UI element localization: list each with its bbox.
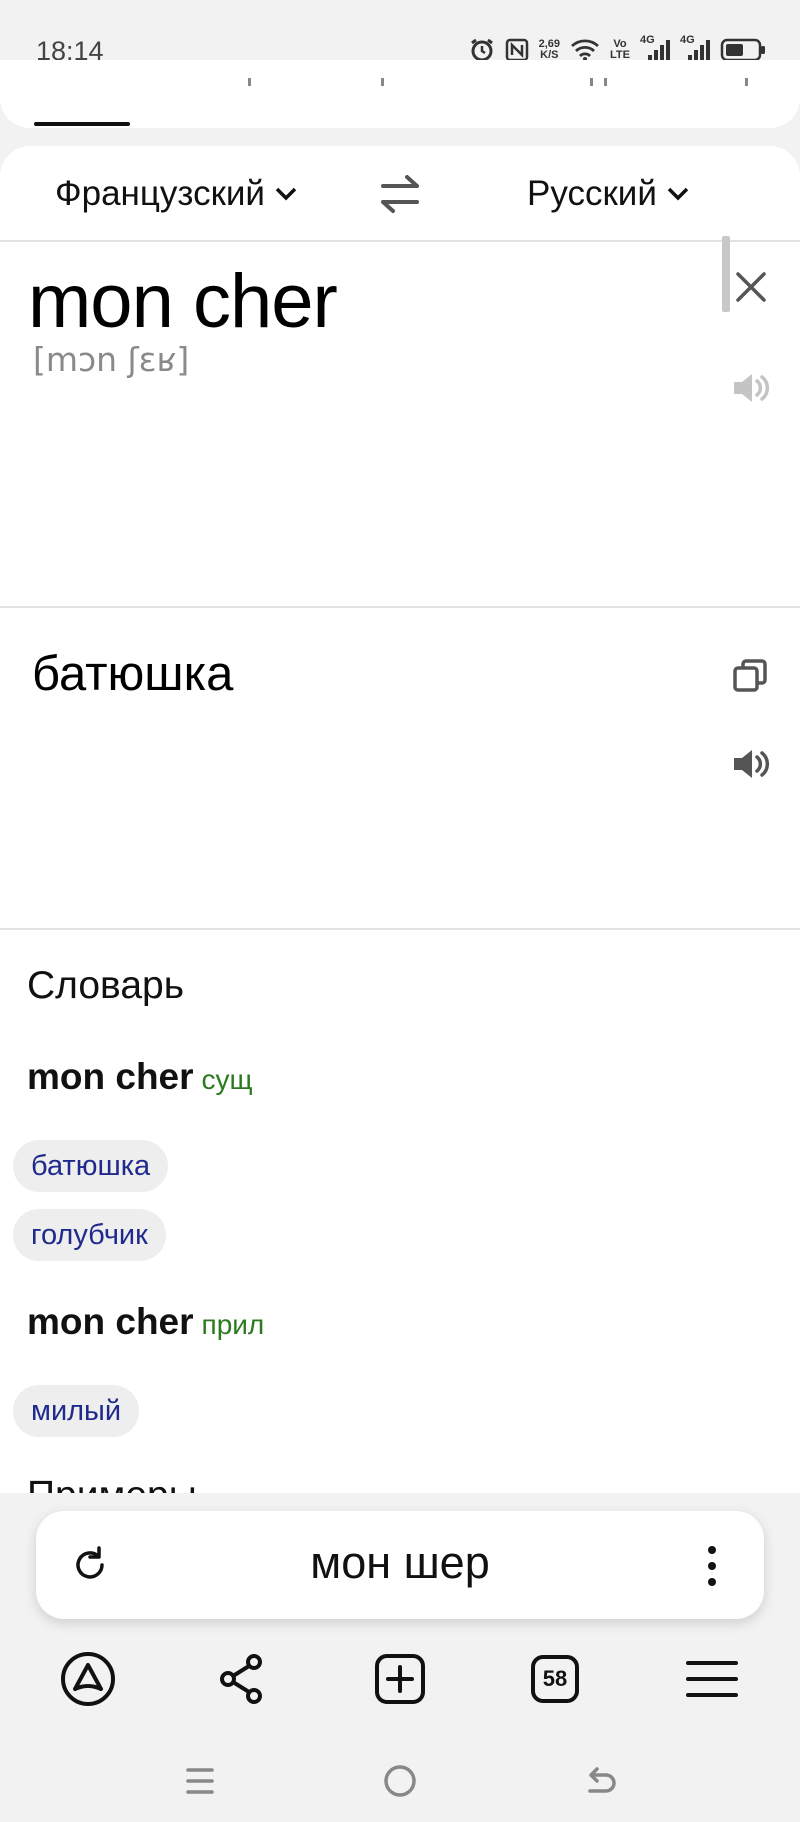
recents-icon xyxy=(186,1768,214,1794)
tab-divider xyxy=(248,78,251,86)
translation-area: батюшка xyxy=(0,608,800,930)
copy-button[interactable] xyxy=(730,656,770,696)
refresh-button[interactable] xyxy=(68,1543,112,1587)
swap-icon xyxy=(381,175,419,213)
speaker-icon xyxy=(734,750,770,778)
share-icon xyxy=(220,1654,262,1704)
more-menu-button[interactable] xyxy=(700,1541,724,1591)
sim1-label: 4G xyxy=(640,34,655,46)
browser-toolbar: 58 xyxy=(0,1649,800,1729)
speaker-icon xyxy=(734,374,770,402)
battery-icon xyxy=(720,38,766,62)
refresh-icon xyxy=(76,1546,104,1579)
nav-back-button[interactable] xyxy=(580,1761,620,1801)
address-bar[interactable]: мон шер xyxy=(36,1511,764,1619)
entry-word: mon cher xyxy=(27,1301,194,1342)
dictionary-entry-head: mon cher прил xyxy=(27,1301,264,1343)
system-navigation-bar xyxy=(0,1751,800,1811)
language-bar: Французский Русский xyxy=(0,146,800,242)
tab-divider xyxy=(381,78,384,86)
part-of-speech: прил xyxy=(201,1309,265,1340)
translation-chip[interactable]: милый xyxy=(13,1385,140,1437)
nav-home-button[interactable] xyxy=(380,1761,420,1801)
tabs-count: 58 xyxy=(531,1655,579,1703)
tabs-button[interactable]: 58 xyxy=(525,1649,585,1709)
alice-icon xyxy=(61,1652,115,1706)
share-button[interactable] xyxy=(212,1649,272,1709)
dictionary-title: Словарь xyxy=(27,964,185,1007)
source-language-select[interactable]: Французский xyxy=(55,170,297,218)
source-language-label: Французский xyxy=(55,174,265,213)
more-vertical-icon xyxy=(708,1546,716,1586)
hamburger-menu-icon xyxy=(686,1661,738,1697)
address-text[interactable]: мон шер xyxy=(136,1537,664,1589)
nfc-icon xyxy=(505,38,529,62)
tab-divider xyxy=(590,78,593,86)
tab-divider xyxy=(745,78,748,86)
wifi-icon xyxy=(570,38,600,62)
close-icon xyxy=(736,272,766,302)
swap-languages-button[interactable] xyxy=(375,172,425,216)
target-language-select[interactable]: Русский xyxy=(527,170,689,218)
menu-button[interactable] xyxy=(682,1649,742,1709)
top-tabs-card xyxy=(0,60,800,128)
tab-divider xyxy=(604,78,607,86)
plus-square-icon xyxy=(375,1654,425,1704)
active-tab-underline xyxy=(34,122,130,126)
source-speaker-button[interactable] xyxy=(730,368,772,408)
copy-icon xyxy=(733,659,767,692)
alice-button[interactable] xyxy=(58,1649,118,1709)
translation-chip[interactable]: батюшка xyxy=(13,1140,169,1192)
source-text-area[interactable]: mon cher [mɔn ʃɛʁ] xyxy=(0,236,800,608)
home-circle-icon xyxy=(384,1765,416,1797)
source-text[interactable]: mon cher xyxy=(28,258,338,345)
translation-text: батюшка xyxy=(32,647,234,701)
transcription: [mɔn ʃɛʁ] xyxy=(33,340,190,379)
sim2-label: 4G xyxy=(680,34,695,46)
part-of-speech: сущ xyxy=(201,1064,253,1095)
translation-chip[interactable]: голубчик xyxy=(13,1209,166,1261)
clear-button[interactable] xyxy=(728,264,774,310)
target-language-label: Русский xyxy=(527,174,657,213)
volte-indicator: Vo LTE xyxy=(610,39,630,61)
translator-card: Французский Русский mon cher [mɔn ʃɛʁ] б… xyxy=(0,146,800,1496)
nav-recents-button[interactable] xyxy=(180,1761,220,1801)
net-speed: 2,69 K/S xyxy=(539,39,560,61)
dictionary-entry-head: mon cher сущ xyxy=(27,1056,253,1098)
browser-bottom-panel: мон шер 58 xyxy=(0,1493,800,1822)
entry-word: mon cher xyxy=(27,1056,194,1097)
chevron-down-icon xyxy=(275,187,297,201)
new-tab-button[interactable] xyxy=(370,1649,430,1709)
chevron-down-icon xyxy=(667,187,689,201)
back-icon xyxy=(588,1767,616,1793)
translation-speaker-button[interactable] xyxy=(730,744,772,784)
